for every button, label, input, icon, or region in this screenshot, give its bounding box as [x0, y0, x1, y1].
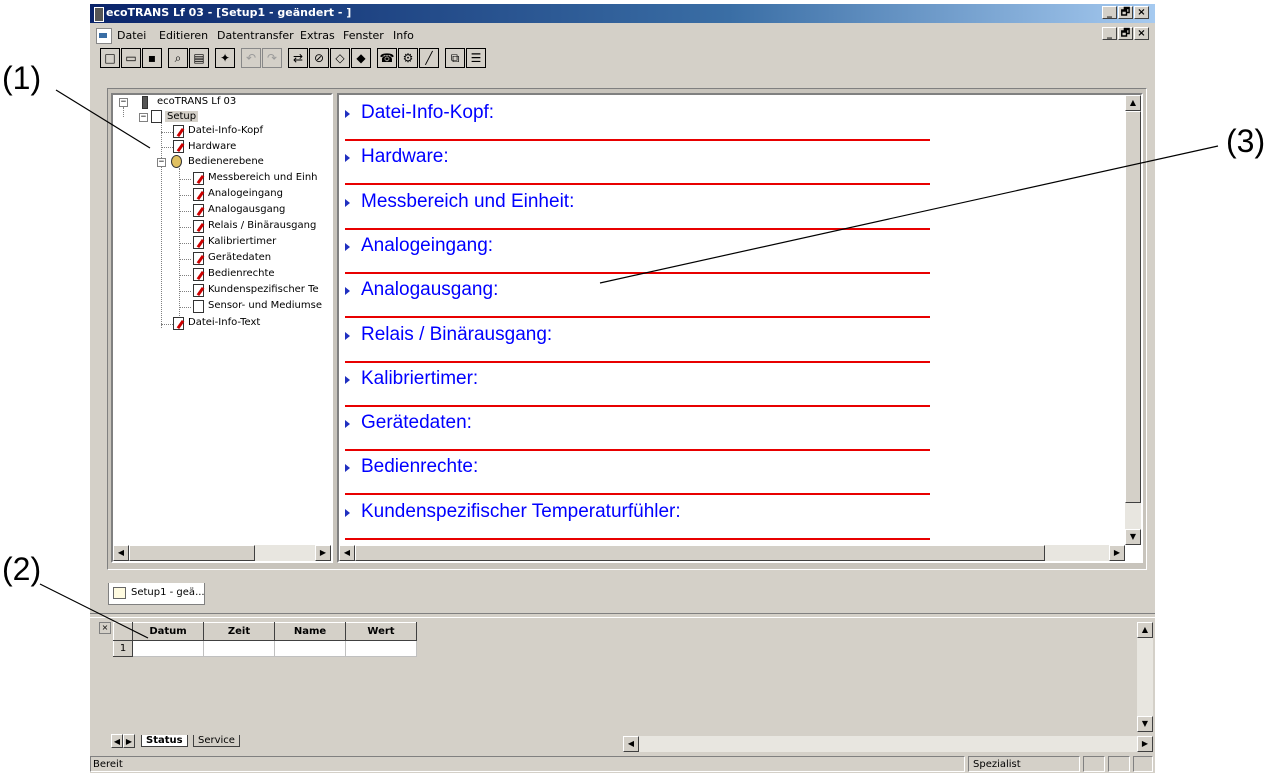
callout-leader-lines — [39, 89, 1219, 639]
